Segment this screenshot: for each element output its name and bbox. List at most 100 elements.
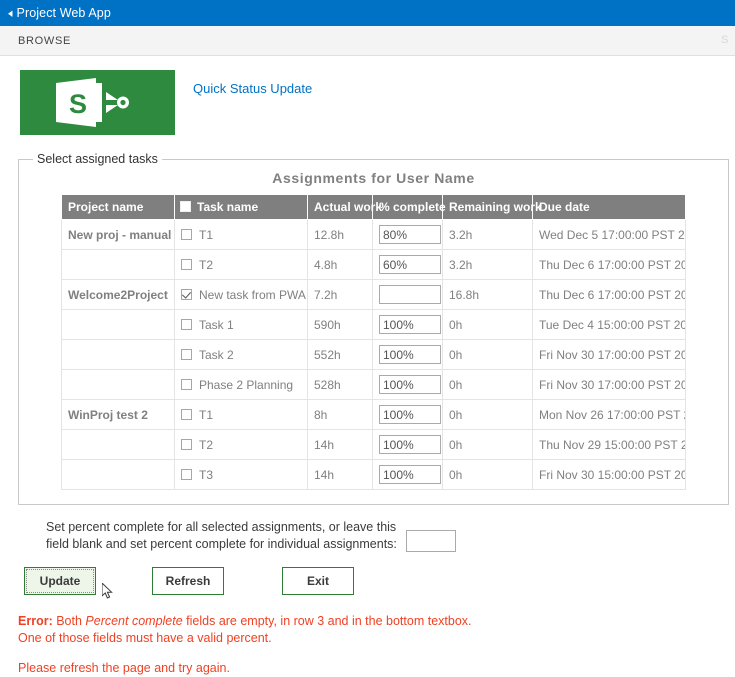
cell-percent-complete [372,249,443,280]
select-assigned-tasks-fieldset: Select assigned tasks Assignments for Us… [18,152,729,505]
sharepoint-logo: S [20,70,175,135]
error-line-3: Please refresh the page and try again. [18,661,230,675]
cell-percent-complete [372,429,443,460]
cell-percent-complete [372,219,443,250]
instruction-line-2: field blank and set percent complete for… [46,537,397,551]
cell-actual-work: 590h [307,309,373,340]
bulk-update-area: Set percent complete for all selected as… [24,519,735,599]
cell-actual-work: 14h [307,429,373,460]
error-message: Error: Both Percent complete fields are … [18,613,735,677]
task-name-label: T1 [199,227,214,242]
percent-complete-input[interactable] [379,375,441,394]
cell-actual-work: 12.8h [307,219,373,250]
percent-complete-input[interactable] [379,285,441,304]
header-percent-complete[interactable]: % complete [372,194,446,220]
task-name-label: Task 1 [199,317,234,332]
assignments-table-body: New proj - manual T1 12.8h 3.2hWed Dec 5 17… [61,219,686,490]
bulk-percent-input[interactable] [405,530,456,552]
refresh-button[interactable]: Refresh [152,567,224,595]
task-name-label: T2 [199,257,214,272]
exit-button[interactable]: Exit [282,567,354,595]
row-select-checkbox[interactable] [181,438,192,450]
cell-actual-work: 552h [307,339,373,370]
task-name-label: T1 [199,407,214,422]
row-select-checkbox[interactable] [181,378,192,390]
cell-task-name: Phase 2 Planning [174,369,308,400]
cell-task-name: T1 [174,219,308,250]
instruction-line-1: Set percent complete for all selected as… [46,520,397,534]
header-due-date[interactable]: Due date [532,194,686,220]
row-select-checkbox[interactable] [181,318,192,330]
header-project-name[interactable]: Project name [61,194,175,220]
table-row: Phase 2 Planning 528h 0hFri Nov 30 17:00:0… [61,369,686,400]
cell-percent-complete [372,339,443,370]
percent-complete-input[interactable] [379,315,441,334]
percent-complete-input[interactable] [379,435,441,454]
cell-remaining-work: 16.8h [442,279,533,310]
row-select-checkbox[interactable] [181,408,192,420]
select-all-checkbox[interactable] [180,201,191,212]
cell-project-name [61,339,175,370]
row-select-checkbox[interactable] [181,228,192,240]
cell-remaining-work: 0h [442,339,533,370]
cell-remaining-work: 3.2h [442,249,533,280]
header-actual-work[interactable]: Actual work [307,194,382,220]
header-task-name[interactable]: Task name [174,194,308,220]
percent-complete-input[interactable] [379,255,441,274]
brand-row: S Quick Status Update [0,56,735,135]
row-select-checkbox[interactable] [181,468,192,480]
percent-complete-input[interactable] [379,345,441,364]
cell-due-date: Wed Dec 5 17:00:00 PST 2012 [532,219,686,250]
cell-due-date: Thu Dec 6 17:00:00 PST 2012 [532,249,686,280]
cell-task-name: Task 2 [174,339,308,370]
cell-due-date: Mon Nov 26 17:00:00 PST 2012 [532,399,686,430]
cell-task-name: T3 [174,459,308,490]
percent-complete-input[interactable] [379,465,441,484]
back-arrow-icon[interactable]: ◂ [8,6,13,20]
row-select-checkbox[interactable] [181,288,192,300]
header-task-name-label: Task name [197,200,259,214]
svg-text:S: S [69,89,87,119]
cell-project-name [61,309,175,340]
task-name-label: Phase 2 Planning [199,377,294,392]
bulk-instruction-text: Set percent complete for all selected as… [46,519,397,553]
cell-actual-work: 14h [307,459,373,490]
assignments-title: Assignments for User Name [272,170,475,186]
table-row: Task 1 590h 0hTue Dec 4 15:00:00 PST 2012 [61,309,686,340]
cell-due-date: Thu Dec 6 17:00:00 PST 2012 [532,279,686,310]
table-row: New proj - manual T1 12.8h 3.2hWed Dec 5 17… [61,219,686,250]
fieldset-legend: Select assigned tasks [37,152,158,166]
percent-complete-input[interactable] [379,225,441,244]
header-remaining-work[interactable]: Remaining work [442,194,542,220]
cell-due-date: Tue Dec 4 15:00:00 PST 2012 [532,309,686,340]
instruction-row: Set percent complete for all selected as… [46,519,735,553]
task-name-label: T3 [199,467,214,482]
update-button[interactable]: Update [24,567,96,595]
suite-title[interactable]: Project Web App [17,6,111,20]
tab-browse[interactable]: BROWSE [0,35,71,47]
error-text-after: fields are empty, in row 3 and in the bo… [182,614,472,628]
cell-percent-complete [372,459,443,490]
ribbon-truncated-item[interactable]: S [721,35,735,46]
error-label: Error: [18,614,53,628]
cell-task-name: T2 [174,429,308,460]
cell-actual-work: 528h [307,369,373,400]
row-select-checkbox[interactable] [181,258,192,270]
quick-status-update-link[interactable]: Quick Status Update [193,81,312,96]
table-row: T3 14h 0hFri Nov 30 15:00:00 PST 2012 [61,459,686,490]
cell-project-name [61,369,175,400]
cell-project-name: Welcome2Project [61,279,175,310]
percent-complete-input[interactable] [379,405,441,424]
cell-percent-complete [372,399,443,430]
cell-remaining-work: 0h [442,429,533,460]
ribbon-bar: BROWSE S [0,26,735,56]
suite-bar: ◂ Project Web App [0,0,735,26]
cell-percent-complete [372,369,443,400]
cell-percent-complete [372,309,443,340]
row-select-checkbox[interactable] [181,348,192,360]
assignments-table: Project name Task name Actual work % com… [61,194,686,490]
cell-task-name: T1 [174,399,308,430]
cell-remaining-work: 0h [442,459,533,490]
error-field-name: Percent complete [85,614,183,628]
table-row: WinProj test 2 T1 8h 0hMon Nov 26 17:00:00 … [61,399,686,430]
